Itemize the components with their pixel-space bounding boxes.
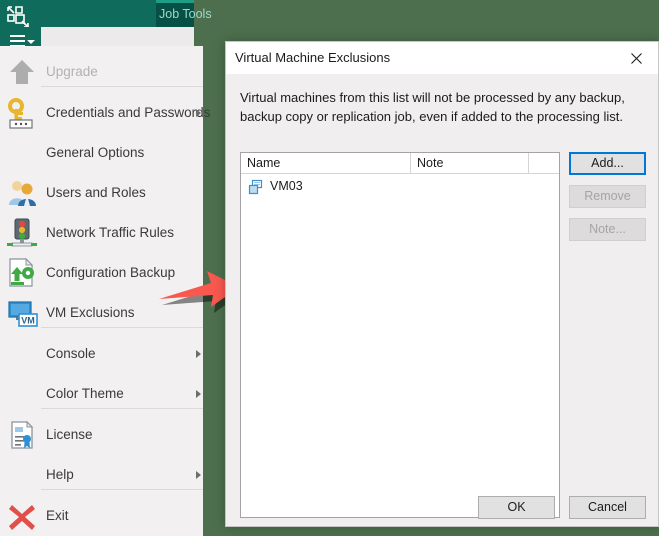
license-icon bbox=[6, 419, 38, 451]
menu-item-general-options[interactable]: General Options bbox=[0, 133, 203, 173]
list-header-row: Name Note bbox=[241, 153, 559, 174]
menu-item-exit[interactable]: Exit bbox=[0, 496, 203, 536]
submenu-arrow-icon bbox=[196, 109, 201, 117]
menu-item-label: Help bbox=[46, 467, 74, 482]
upgrade-arrow-icon bbox=[6, 56, 38, 88]
list-item[interactable]: VM03 bbox=[241, 176, 559, 198]
chevron-down-icon bbox=[27, 40, 35, 44]
menu-item-label: Upgrade bbox=[46, 64, 98, 79]
key-icon bbox=[6, 97, 38, 129]
menu-item-label: Color Theme bbox=[46, 386, 124, 401]
menu-item-label: Users and Roles bbox=[46, 185, 146, 200]
close-icon[interactable] bbox=[614, 42, 658, 73]
submenu-arrow-icon bbox=[196, 471, 201, 479]
virtual-machine-exclusions-dialog: Virtual Machine Exclusions Virtual machi… bbox=[225, 41, 659, 527]
menu-item-label: Exit bbox=[46, 508, 69, 523]
menu-item-label: Configuration Backup bbox=[46, 265, 176, 280]
menu-item-upgrade[interactable]: Upgrade bbox=[0, 52, 203, 92]
menu-item-label: VM Exclusions bbox=[46, 305, 135, 320]
dialog-title-bar: Virtual Machine Exclusions bbox=[226, 42, 658, 74]
menu-item-label: Network Traffic Rules bbox=[46, 225, 175, 240]
menu-item-vm-exclusions[interactable]: VM VM Exclusions bbox=[0, 293, 203, 333]
menu-item-label: License bbox=[46, 427, 93, 442]
submenu-arrow-icon bbox=[196, 350, 201, 358]
tab-job-tools-label: Job Tools bbox=[159, 7, 212, 21]
ok-button[interactable]: OK bbox=[478, 496, 555, 519]
column-header-spacer[interactable] bbox=[529, 153, 559, 173]
remove-button[interactable]: Remove bbox=[569, 185, 646, 208]
main-menu-panel: Upgrade Credentials and Passwords Genera… bbox=[0, 46, 210, 536]
config-backup-icon bbox=[6, 257, 38, 289]
menu-item-network-traffic-rules[interactable]: Network Traffic Rules bbox=[0, 213, 203, 253]
cancel-button[interactable]: Cancel bbox=[569, 496, 646, 519]
menu-item-label: Credentials and Passwords bbox=[46, 105, 211, 120]
virtual-machine-icon bbox=[248, 179, 264, 195]
dialog-title: Virtual Machine Exclusions bbox=[235, 50, 391, 65]
exclusions-list[interactable]: Name Note VM03 bbox=[240, 152, 560, 518]
svg-text:VM: VM bbox=[21, 316, 35, 326]
menu-item-console[interactable]: Console bbox=[0, 334, 203, 374]
menu-item-label: General Options bbox=[46, 145, 145, 160]
menu-item-users-and-roles[interactable]: Users and Roles bbox=[0, 173, 203, 213]
add-button[interactable]: Add... bbox=[569, 152, 646, 175]
dialog-body: Virtual machines from this list will not… bbox=[226, 74, 658, 526]
dialog-description: Virtual machines from this list will not… bbox=[240, 90, 625, 124]
vm-exclusions-icon: VM bbox=[6, 297, 38, 329]
users-icon bbox=[6, 177, 38, 209]
traffic-light-icon bbox=[6, 217, 38, 249]
exit-x-icon bbox=[6, 500, 38, 532]
veeam-console-screen: Job Tools Upgrade Credentials and Passwo… bbox=[0, 0, 659, 536]
menu-item-help[interactable]: Help bbox=[0, 455, 203, 495]
menu-item-credentials-and-passwords[interactable]: Credentials and Passwords bbox=[0, 93, 210, 133]
veeam-logo-icon bbox=[7, 6, 29, 28]
list-item-name: VM03 bbox=[270, 179, 303, 193]
submenu-arrow-icon bbox=[196, 390, 201, 398]
column-header-name[interactable]: Name bbox=[241, 153, 411, 173]
menu-item-license[interactable]: License bbox=[0, 415, 203, 455]
menu-item-label: Console bbox=[46, 346, 96, 361]
menu-item-color-theme[interactable]: Color Theme bbox=[0, 374, 203, 414]
menu-item-configuration-backup[interactable]: Configuration Backup bbox=[0, 253, 203, 293]
column-header-note[interactable]: Note bbox=[411, 153, 529, 173]
note-button[interactable]: Note... bbox=[569, 218, 646, 241]
